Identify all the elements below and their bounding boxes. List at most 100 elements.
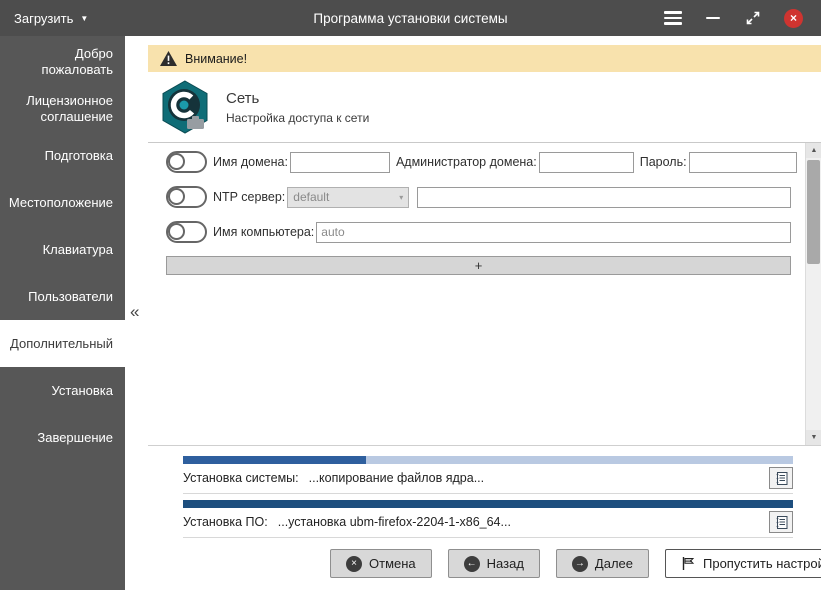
scroll-up-button[interactable]: ▲ [806,143,821,158]
sidebar-item-label: Дополнительный [10,336,113,352]
skip-label: Пропустить настройку [703,556,821,571]
sidebar-item-location[interactable]: Местоположение [0,179,125,226]
ntp-preset-select[interactable]: default ▾ [287,187,409,208]
menu-icon[interactable] [664,11,682,25]
scroll-down-button[interactable]: ▼ [806,430,821,445]
back-label: Назад [487,556,524,571]
warning-banner: Внимание! [148,45,821,72]
add-entry-button[interactable]: + [166,256,791,275]
domain-name-input[interactable] [290,152,390,173]
collapse-sidebar-button[interactable]: « [130,302,139,322]
skip-button[interactable]: Пропустить настройку [665,549,821,578]
hostname-row: Имя компьютера: [166,221,791,243]
cancel-button[interactable]: × Отмена [330,549,432,578]
sidebar-item-license[interactable]: Лицензионное соглашение [0,85,125,132]
ntp-label: NTP сервер: [213,190,285,204]
software-log-button[interactable] [769,511,793,533]
sidebar-item-label: Установка [52,383,113,399]
domain-toggle[interactable] [166,151,207,173]
scrollbar[interactable]: ▲ ▼ [805,143,821,445]
system-progressbar [183,456,793,464]
domain-admin-label: Администратор домена: [396,155,537,169]
toggle-knob [168,153,185,170]
resize-button[interactable] [744,11,762,25]
minimize-button[interactable] [704,17,722,20]
next-icon: → [572,556,588,572]
cancel-icon: × [346,556,362,572]
sidebar-item-additional[interactable]: Дополнительный [0,320,125,367]
network-logo-icon [158,80,212,134]
ntp-row: NTP сервер: default ▾ [166,186,791,208]
installer-window: Загрузить ▼ Программа установки системы … [0,0,821,590]
sidebar-item-label: Завершение [37,430,113,446]
close-button[interactable]: × [784,9,803,28]
ntp-server-input[interactable] [417,187,791,208]
sidebar-item-label: Местоположение [9,195,113,211]
close-icon: × [790,11,797,25]
warning-text: Внимание! [185,52,247,66]
section-title: Сеть [226,90,369,107]
system-progress-label: Установка системы: [183,471,299,485]
next-button[interactable]: → Далее [556,549,649,578]
minimize-icon [706,17,720,20]
software-progressbar [183,500,793,508]
form-scroll-region: Имя домена: Администратор домена: Пароль… [148,143,805,445]
sidebar-item-welcome[interactable]: Добро пожаловать [0,38,125,85]
hamburger-icon [664,11,682,25]
system-progress-row: Установка системы: ...копирование файлов… [183,464,793,494]
status-panel: Установка системы: ...копирование файлов… [148,445,821,590]
toggle-knob [168,188,185,205]
chevron-down-icon: ▼ [80,13,88,23]
log-icon [774,471,789,486]
flag-icon [681,556,696,571]
system-log-button[interactable] [769,467,793,489]
section-header: Сеть Настройка доступа к сети [148,72,821,143]
software-progress-status: ...установка ubm-firefox-2204-1-x86_64..… [278,515,511,529]
sidebar-item-users[interactable]: Пользователи [0,273,125,320]
back-button[interactable]: ← Назад [448,549,540,578]
next-label: Далее [595,556,633,571]
sidebar-item-label: Клавиатура [43,242,113,258]
action-bar: × Отмена ← Назад → Далее [148,549,821,578]
back-icon: ← [464,556,480,572]
progress-section: Установка системы: ...копирование файлов… [148,446,821,538]
titlebar: Загрузить ▼ Программа установки системы … [0,0,821,36]
section-subtitle: Настройка доступа к сети [226,111,369,125]
sidebar-item-keyboard[interactable]: Клавиатура [0,226,125,273]
ntp-preset-value: default [293,190,329,204]
triangle-up-icon: ▲ [811,147,818,154]
toggle-knob [168,223,185,240]
resize-icon [746,11,760,25]
hostname-input[interactable] [316,222,791,243]
ntp-toggle[interactable] [166,186,207,208]
warning-icon [160,51,177,66]
system-progressbar-fill [183,456,366,464]
sidebar: Добро пожаловать Лицензионное соглашение… [0,36,125,590]
load-button[interactable]: Загрузить ▼ [0,0,102,36]
domain-admin-input[interactable] [539,152,634,173]
hostname-toggle[interactable] [166,221,207,243]
software-progress-row: Установка ПО: ...установка ubm-firefox-2… [183,508,793,538]
log-icon [774,515,789,530]
sidebar-item-installation[interactable]: Установка [0,367,125,414]
software-progressbar-fill [183,500,793,508]
network-form: Имя домена: Администратор домена: Пароль… [148,143,821,445]
main-content: Внимание! Сеть Настройка доступа к сети … [148,36,821,590]
sidebar-item-label: Пользователи [28,289,113,305]
system-progress-status: ...копирование файлов ядра... [309,471,485,485]
section-titles: Сеть Настройка доступа к сети [226,90,369,125]
sidebar-item-preparation[interactable]: Подготовка [0,132,125,179]
domain-row: Имя домена: Администратор домена: Пароль… [166,151,791,173]
scroll-thumb[interactable] [807,160,820,264]
domain-password-input[interactable] [689,152,797,173]
load-button-label: Загрузить [14,11,73,26]
sidebar-item-finish[interactable]: Завершение [0,414,125,461]
cancel-label: Отмена [369,556,416,571]
sidebar-item-label: Подготовка [45,148,113,164]
software-progress-label: Установка ПО: [183,515,268,529]
sidebar-item-label: Лицензионное соглашение [12,93,113,124]
password-label: Пароль: [640,155,687,169]
sidebar-item-label: Добро пожаловать [12,46,113,77]
domain-name-label: Имя домена: [213,155,288,169]
chevron-down-icon: ▾ [399,193,403,202]
